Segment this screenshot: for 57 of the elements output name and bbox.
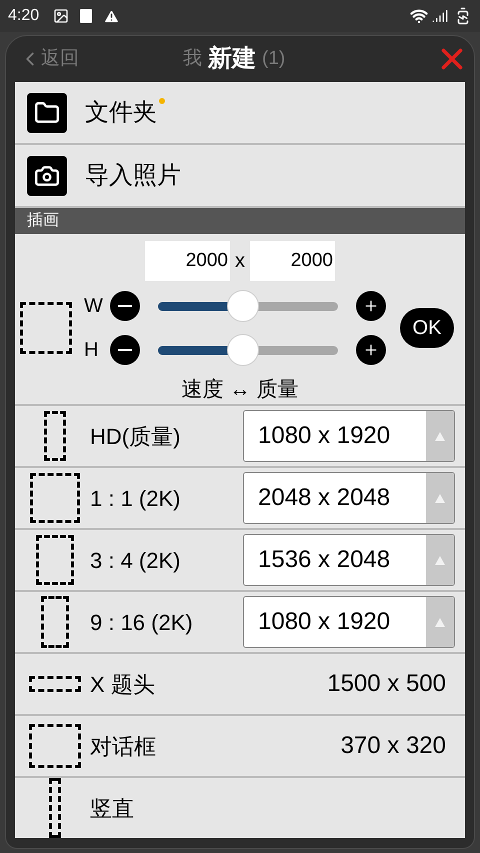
warning-icon — [103, 8, 120, 24]
dialog-title: 新建 — [208, 44, 256, 74]
axis-label: W — [84, 294, 104, 319]
minus-icon — [118, 349, 132, 351]
minus-icon — [118, 305, 132, 307]
size-value: 370 x 320 — [340, 731, 446, 761]
quality-caption: 速度 ↔ 质量 — [182, 377, 298, 403]
frame-outline-icon — [49, 778, 61, 838]
folder-icon — [27, 92, 67, 132]
increase-button[interactable] — [356, 291, 386, 321]
item-count: (1) — [262, 46, 286, 71]
preset-label: 对话框 — [90, 732, 157, 760]
frame-outline-icon — [44, 411, 66, 461]
frame-outline-icon — [30, 473, 80, 523]
caret-up-icon — [435, 556, 445, 564]
image-icon — [53, 8, 70, 24]
page-title: 我 — [183, 46, 202, 71]
camera-icon — [27, 156, 67, 196]
wifi-icon — [410, 7, 428, 25]
frame-outline-icon — [36, 535, 74, 585]
size-dropdown[interactable]: 2048 x 2048 — [243, 472, 455, 524]
frame-outline-icon — [20, 302, 72, 354]
slider-thumb[interactable] — [226, 334, 259, 366]
caret-up-icon — [435, 494, 445, 502]
plus-icon — [363, 342, 379, 358]
preset-label: 1 : 1 (2K) — [90, 484, 182, 512]
clock: 4:20 — [8, 6, 40, 26]
size-dropdown[interactable]: 1080 x 1920 — [243, 410, 455, 462]
size-dropdown[interactable]: 1536 x 2048 — [243, 534, 455, 586]
preset-label: 竖直 — [90, 794, 135, 822]
preset-label: 9 : 16 (2K) — [90, 608, 194, 636]
ok-button[interactable]: OK — [400, 308, 454, 348]
height-field[interactable]: 2000 — [250, 241, 335, 281]
frame-outline-icon — [29, 676, 81, 692]
axis-label: H — [84, 338, 100, 363]
slider[interactable] — [158, 290, 338, 322]
decrease-button[interactable] — [110, 291, 140, 321]
times-sign: x — [235, 249, 245, 274]
increase-button[interactable] — [356, 335, 386, 365]
size-dropdown[interactable]: 1080 x 1920 — [243, 596, 455, 648]
menu-item[interactable]: 文件夹 — [15, 82, 465, 145]
document-icon — [79, 8, 94, 24]
size-value: 1500 x 500 — [327, 669, 446, 699]
frame-outline-icon — [41, 596, 69, 648]
slider-thumb[interactable] — [226, 290, 259, 322]
section-header: 插画 — [15, 208, 465, 234]
preset-label: HD(质量) — [90, 422, 182, 450]
decrease-button[interactable] — [110, 335, 140, 365]
plus-icon — [363, 298, 379, 314]
frame-outline-icon — [29, 724, 81, 768]
caret-up-icon — [435, 618, 445, 626]
slider[interactable] — [158, 334, 338, 366]
caret-up-icon — [435, 432, 445, 440]
preset-label: 3 : 4 (2K) — [90, 546, 182, 574]
preset-label: X 题头 — [90, 670, 156, 698]
signal-icon — [432, 8, 448, 24]
width-field[interactable]: 2000 — [145, 241, 230, 281]
